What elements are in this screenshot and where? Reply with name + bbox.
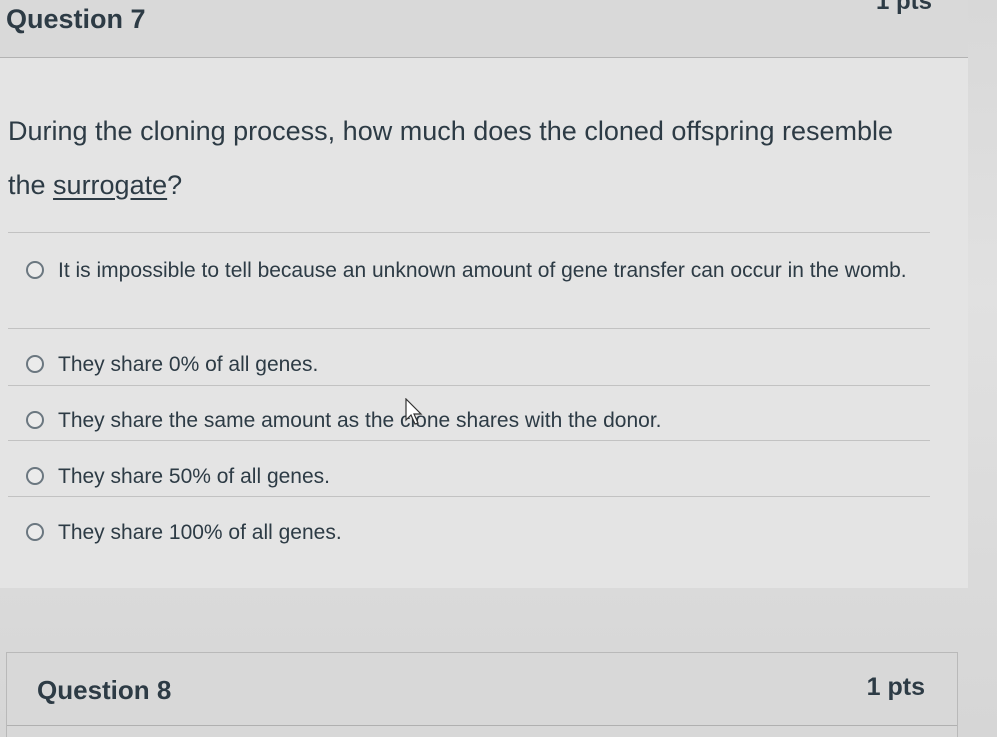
answer-option-3[interactable]: They share the same amount as the clone … xyxy=(26,402,916,442)
question-7-card: Question 7 1 pts During the cloning proc… xyxy=(0,0,968,588)
question-8-card: Question 8 1 pts xyxy=(6,652,958,737)
question-7-body: During the cloning process, how much doe… xyxy=(0,58,968,588)
question-prompt-end: ? xyxy=(167,170,183,200)
radio-button-3[interactable] xyxy=(26,411,44,429)
answer-label-4: They share 50% of all genes. xyxy=(58,465,330,488)
header-divider xyxy=(7,725,957,726)
question-7-header: Question 7 1 pts xyxy=(0,0,968,58)
radio-button-2[interactable] xyxy=(26,355,44,373)
question-points: 1 pts xyxy=(875,0,932,15)
question-points: 1 pts xyxy=(866,673,925,701)
answer-label-2: They share 0% of all genes. xyxy=(58,353,319,376)
radio-button-5[interactable] xyxy=(26,523,44,541)
answer-divider xyxy=(8,440,930,441)
glossary-link-surrogate[interactable]: surrogate xyxy=(53,170,167,200)
radio-button-1[interactable] xyxy=(26,261,44,279)
answer-option-5[interactable]: They share 100% of all genes. xyxy=(26,514,916,554)
answer-divider xyxy=(8,328,930,329)
question-prompt: During the cloning process, how much doe… xyxy=(8,104,908,212)
radio-button-4[interactable] xyxy=(26,467,44,485)
answer-option-2[interactable]: They share 0% of all genes. xyxy=(26,346,916,386)
quiz-page: Question 7 1 pts During the cloning proc… xyxy=(0,0,997,737)
answer-option-4[interactable]: They share 50% of all genes. xyxy=(26,458,916,498)
prompt-divider xyxy=(8,232,930,233)
answer-option-1[interactable]: It is impossible to tell because an unkn… xyxy=(26,252,916,328)
mouse-cursor-icon xyxy=(405,398,423,425)
answer-divider xyxy=(8,496,930,497)
question-title: Question 7 xyxy=(6,4,146,34)
answer-label-5: They share 100% of all genes. xyxy=(58,521,342,544)
answer-label-3: They share the same amount as the clone … xyxy=(58,409,662,432)
answer-divider xyxy=(8,385,930,386)
question-title: Question 8 xyxy=(37,675,172,705)
answer-label-1: It is impossible to tell because an unkn… xyxy=(58,259,907,282)
